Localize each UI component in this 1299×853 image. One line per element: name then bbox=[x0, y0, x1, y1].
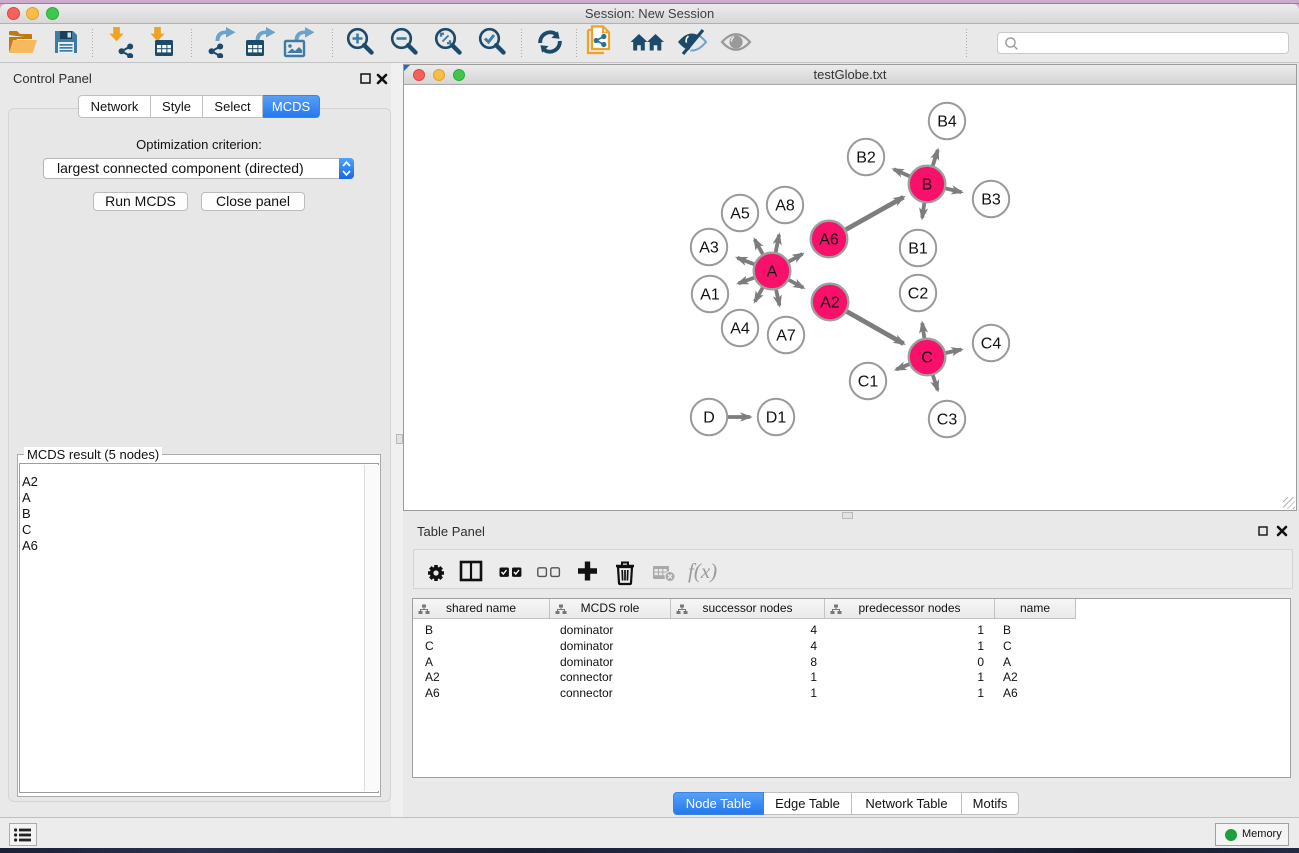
svg-text:C3: C3 bbox=[937, 412, 958, 429]
svg-text:A3: A3 bbox=[699, 240, 719, 257]
svg-text:A6: A6 bbox=[819, 232, 839, 249]
svg-text:C2: C2 bbox=[908, 286, 929, 303]
svg-text:A5: A5 bbox=[730, 206, 750, 223]
svg-text:C: C bbox=[921, 350, 933, 367]
svg-text:A8: A8 bbox=[775, 198, 795, 215]
svg-text:A4: A4 bbox=[730, 321, 750, 338]
svg-text:C1: C1 bbox=[858, 374, 879, 391]
svg-text:B: B bbox=[922, 177, 933, 194]
svg-text:A1: A1 bbox=[700, 287, 720, 304]
svg-text:B2: B2 bbox=[856, 150, 876, 167]
svg-text:B1: B1 bbox=[908, 241, 928, 258]
svg-text:C4: C4 bbox=[981, 336, 1002, 353]
svg-text:A: A bbox=[767, 264, 778, 281]
svg-text:B4: B4 bbox=[937, 114, 957, 131]
svg-text:A7: A7 bbox=[776, 328, 796, 345]
svg-text:B3: B3 bbox=[981, 192, 1001, 209]
svg-text:D: D bbox=[703, 410, 715, 427]
svg-text:A2: A2 bbox=[820, 295, 840, 312]
svg-text:D1: D1 bbox=[766, 410, 787, 427]
